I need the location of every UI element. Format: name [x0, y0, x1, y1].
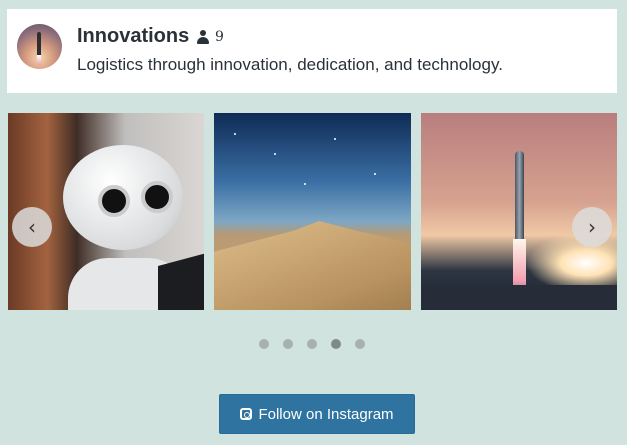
star — [234, 133, 236, 135]
avatar-rocket — [37, 32, 41, 56]
profile-title[interactable]: Innovations — [77, 25, 189, 48]
chevron-left-icon: ‹ — [28, 215, 36, 239]
followers-count: 9 — [197, 29, 224, 45]
robot-head — [63, 145, 183, 250]
profile-header: Innovations 9 Logistics through innovati… — [7, 9, 617, 93]
carousel-dot-3[interactable] — [307, 339, 317, 349]
avatar[interactable] — [17, 24, 62, 69]
star — [374, 173, 376, 175]
star — [334, 138, 336, 140]
follow-button-label: Follow on Instagram — [258, 405, 394, 423]
star — [274, 153, 276, 155]
star — [304, 183, 306, 185]
desert-image[interactable] — [214, 113, 411, 310]
followers-number: 9 — [215, 29, 224, 45]
image-carousel: ‹ › — [0, 113, 627, 310]
follow-on-instagram-button[interactable]: Follow on Instagram — [219, 394, 415, 434]
carousel-dot-1[interactable] — [259, 339, 269, 349]
carousel-next-button[interactable]: › — [572, 207, 612, 247]
avatar-flame — [37, 55, 41, 65]
rocket — [515, 151, 524, 239]
user-icon — [197, 30, 209, 44]
carousel-dot-4[interactable] — [331, 339, 341, 349]
sand-dune — [214, 221, 411, 310]
profile-description: Logistics through innovation, dedication… — [77, 55, 503, 74]
robot-eye-left — [98, 185, 130, 217]
carousel-dot-5[interactable] — [355, 339, 365, 349]
sea — [421, 285, 617, 310]
robot-eye-right — [141, 181, 173, 213]
robot-tablet — [158, 249, 204, 310]
carousel-dot-2[interactable] — [283, 339, 293, 349]
chevron-right-icon: › — [588, 215, 596, 239]
instagram-icon — [240, 408, 253, 420]
carousel-dots — [259, 339, 365, 349]
carousel-prev-button[interactable]: ‹ — [12, 207, 52, 247]
